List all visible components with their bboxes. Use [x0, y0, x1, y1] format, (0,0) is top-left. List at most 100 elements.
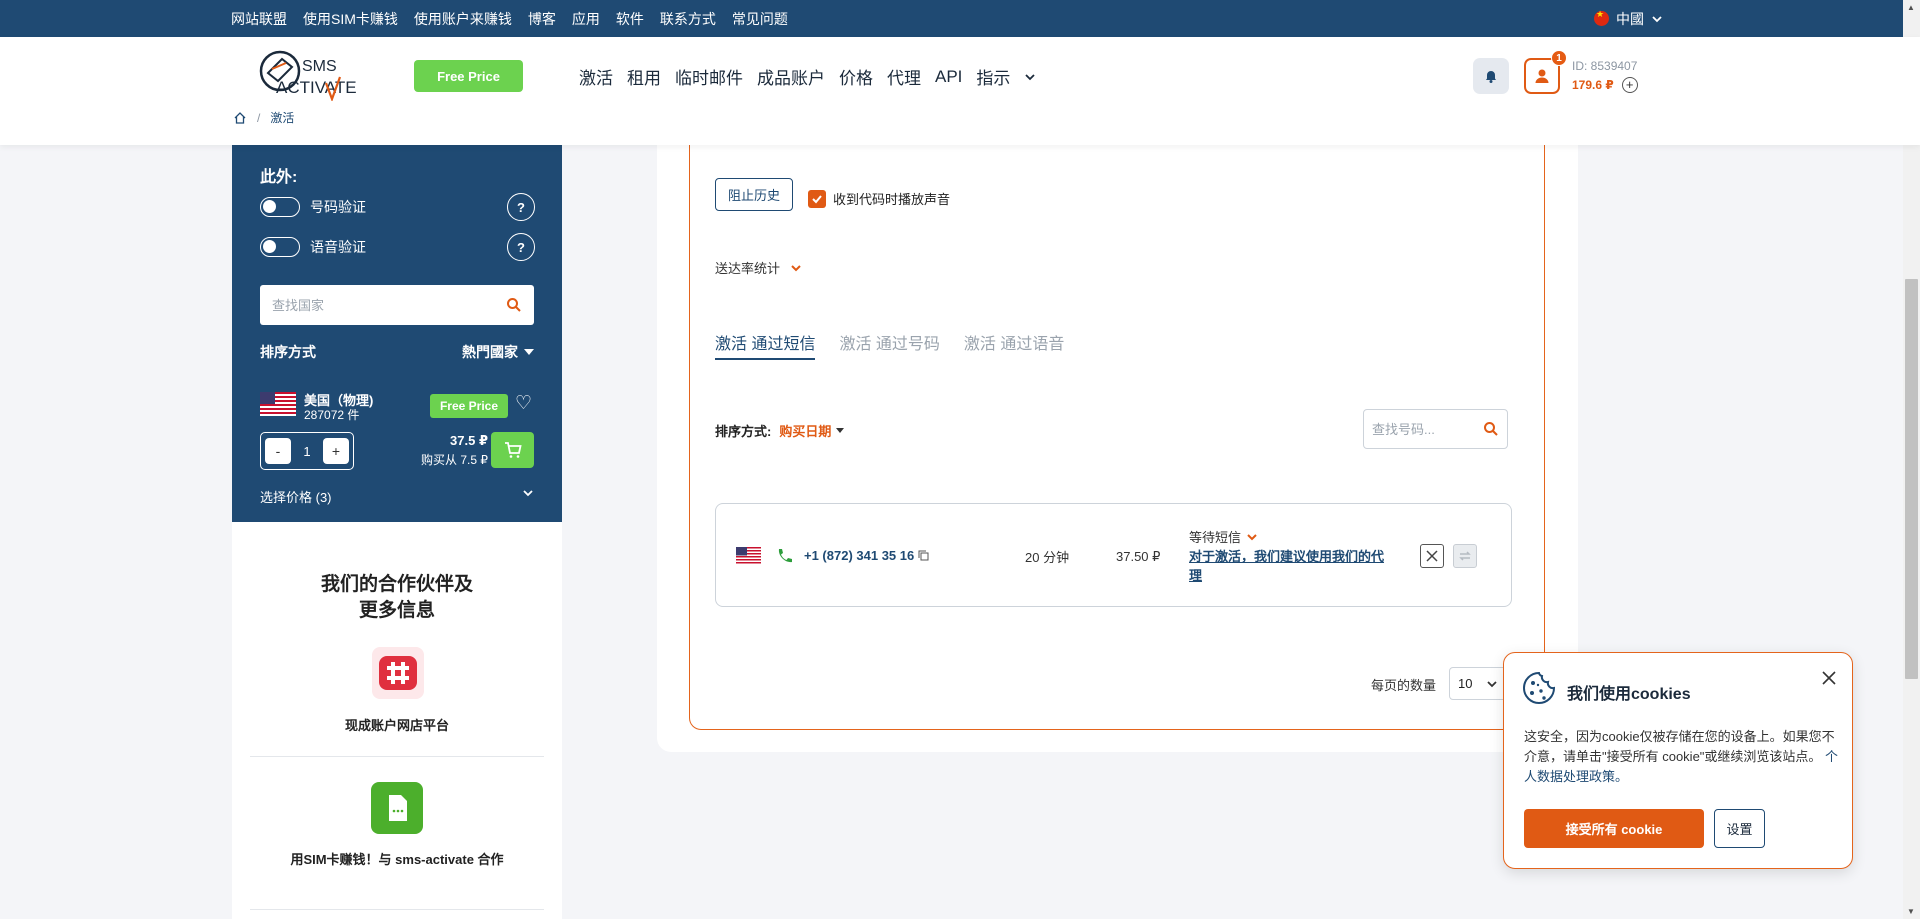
proxy-recommendation-link[interactable]: 对于激活，我们建议使用我们的代理 [1189, 547, 1394, 585]
country-item-usa[interactable]: 美国（物理) 287072 件 Free Price ♡ [260, 388, 534, 422]
top-link-blog[interactable]: 博客 [528, 9, 556, 29]
top-link-sim-earn[interactable]: 使用SIM卡赚钱 [303, 9, 398, 29]
help-icon[interactable]: ? [507, 193, 535, 221]
tab-sms[interactable]: 激活 通过短信 [715, 330, 816, 360]
cookie-icon [1523, 671, 1556, 704]
scroll-up-arrow-icon[interactable]: ▲ [1907, 3, 1915, 12]
number-search [1363, 409, 1508, 449]
activation-row: +1 (872) 341 35 16 20 分钟 37.50 ₽ 等待短信 对于… [715, 503, 1512, 607]
nav-activation[interactable]: 激活 [579, 64, 613, 89]
block-history-button[interactable]: 阻止历史 [715, 178, 793, 211]
partner-shop-logo[interactable] [372, 647, 424, 699]
cancel-activation-button[interactable] [1420, 544, 1444, 568]
cookie-title: 我们使用cookies [1567, 686, 1691, 703]
partners-panel: 我们的合作伙伴及 更多信息 现成账户网店平台 用SIM卡赚钱！与 sms-act… [232, 522, 562, 919]
nav-api[interactable]: API [935, 67, 962, 87]
top-bar: 网站联盟 使用SIM卡赚钱 使用账户来赚钱 博客 应用 软件 联系方式 常见问题… [0, 0, 1920, 37]
nav-prices[interactable]: 价格 [839, 64, 873, 89]
notification-badge: 1 [1551, 50, 1567, 66]
top-link-affiliate[interactable]: 网站联盟 [231, 9, 287, 29]
voice-verify-row: 语音验证 ? [260, 233, 535, 261]
nav-ready-accounts[interactable]: 成品账户 [757, 64, 825, 89]
tab-number[interactable]: 激活 通过号码 [839, 330, 939, 360]
sort-value: 熱門國家 [462, 344, 518, 360]
cookie-text: 这安全，因为cookie仅被存储在您的设备上。如果您不介意，请单击"接受所有 c… [1524, 727, 1840, 787]
play-sound-checkbox-row[interactable]: 收到代码时播放声音 [808, 189, 950, 208]
top-link-apps[interactable]: 应用 [572, 9, 600, 29]
activation-status[interactable]: 等待短信 [1189, 527, 1258, 546]
country-free-price-button[interactable]: Free Price [430, 394, 508, 418]
top-link-contacts[interactable]: 联系方式 [660, 9, 716, 29]
per-page-label: 每页的数量 [1371, 678, 1437, 693]
activation-status-label: 等待短信 [1189, 530, 1242, 545]
quantity-stepper: - 1 + [260, 432, 354, 470]
sms-activate-logo[interactable]: SMS ACTIVATE [258, 49, 388, 103]
divider [250, 756, 544, 757]
partners-title-line2: 更多信息 [358, 600, 435, 621]
sort-row: 排序方式 熱門國家 [260, 342, 534, 362]
select-price-label: 选择价格 (3) [260, 490, 332, 505]
cookie-consent-popup: 我们使用cookies 这安全，因为cookie仅被存储在您的设备上。如果您不介… [1503, 652, 1853, 869]
search-icon[interactable] [506, 297, 522, 313]
nav-proxy[interactable]: 代理 [887, 64, 921, 89]
scroll-down-arrow-icon[interactable]: ▼ [1907, 907, 1915, 916]
cookie-settings-button[interactable]: 设置 [1714, 809, 1765, 848]
tab-voice[interactable]: 激活 通过语音 [964, 330, 1064, 360]
number-verify-toggle[interactable] [260, 197, 300, 217]
chevron-down-icon[interactable] [1024, 71, 1036, 83]
top-link-software[interactable]: 软件 [616, 9, 644, 29]
number-search-input[interactable] [1372, 421, 1472, 437]
language-selector[interactable]: 中國 [1594, 0, 1663, 37]
per-page-select[interactable]: 10 [1449, 667, 1507, 700]
breadcrumb: / 激活 [233, 109, 294, 126]
notifications-button[interactable] [1473, 58, 1509, 94]
activations-sort: 排序方式: 购买日期 [715, 421, 845, 440]
nav-instructions[interactable]: 指示 [976, 64, 1010, 89]
copy-icon[interactable] [918, 550, 929, 561]
scrollbar-thumb[interactable] [1905, 279, 1918, 679]
partner-sim-label[interactable]: 用SIM卡赚钱！与 sms-activate 合作 [262, 851, 532, 868]
country-search-input[interactable] [272, 297, 506, 313]
usa-flag-icon [260, 392, 296, 416]
also-title: 此外: [260, 169, 298, 186]
nav-rent[interactable]: 租用 [627, 64, 661, 89]
nav-temp-mail[interactable]: 临时邮件 [675, 64, 743, 89]
sort-dropdown[interactable]: 熱門國家 [462, 342, 534, 362]
search-icon[interactable] [1483, 421, 1499, 437]
phone-number[interactable]: +1 (872) 341 35 16 [804, 548, 929, 563]
add-to-cart-button[interactable] [491, 432, 534, 468]
activations-sort-dropdown[interactable]: 购买日期 [779, 421, 845, 440]
activations-sort-value: 购买日期 [779, 424, 832, 439]
quantity-minus-button[interactable]: - [265, 438, 291, 464]
breadcrumb-separator: / [257, 110, 261, 125]
account-id: ID: 8539407 [1572, 59, 1638, 73]
accept-cookies-button[interactable]: 接受所有 cookie [1524, 809, 1704, 848]
select-price-row[interactable]: 选择价格 (3) [260, 487, 534, 506]
top-link-account-earn[interactable]: 使用账户来赚钱 [414, 9, 512, 29]
play-sound-checkbox[interactable] [808, 189, 826, 208]
home-icon[interactable] [233, 111, 247, 125]
country-count: 287072 件 [304, 408, 360, 422]
top-up-plus-icon[interactable]: + [1621, 77, 1638, 93]
help-icon[interactable]: ? [507, 233, 535, 261]
activation-price: 37.50 ₽ [1116, 549, 1161, 564]
repeat-activation-button[interactable] [1453, 544, 1477, 568]
quantity-plus-button[interactable]: + [322, 438, 349, 464]
close-icon[interactable] [1818, 667, 1840, 689]
delivery-stats-toggle[interactable]: 送达率统计 [715, 258, 802, 277]
logo-text-top: SMS [302, 58, 337, 75]
usa-flag-icon [736, 547, 761, 564]
partner-shop-label[interactable]: 现成账户网店平台 [232, 715, 562, 734]
favorite-heart-icon[interactable]: ♡ [515, 394, 532, 413]
breadcrumb-current: 激活 [270, 111, 295, 125]
voice-verify-toggle[interactable] [260, 237, 300, 257]
country-price: 37.5 ₽ [450, 433, 488, 448]
top-link-faq[interactable]: 常见问题 [732, 9, 788, 29]
quantity-value[interactable]: 1 [303, 444, 310, 459]
divider [250, 909, 544, 910]
free-price-button[interactable]: Free Price [414, 60, 523, 92]
voice-verify-label: 语音验证 [310, 239, 366, 255]
partner-sim-logo[interactable] [371, 782, 423, 834]
user-icon [1535, 69, 1549, 83]
per-page-value: 10 [1458, 676, 1473, 691]
